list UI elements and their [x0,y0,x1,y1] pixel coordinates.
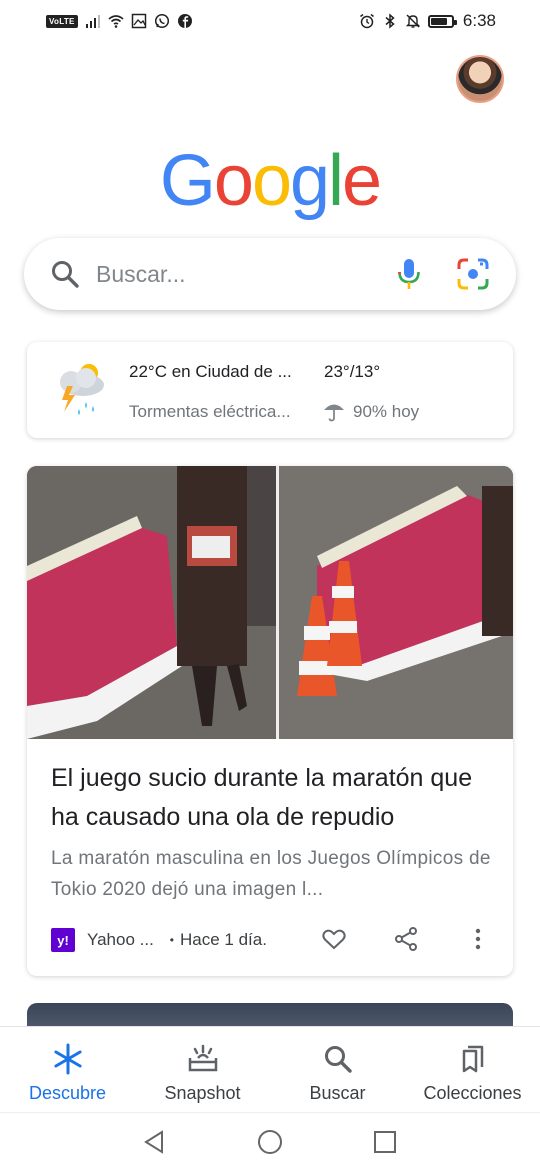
mute-icon [405,14,421,28]
discover-icon [53,1043,82,1075]
google-logo: Google [0,140,540,222]
umbrella-icon [324,404,344,422]
bottom-navigation: Descubre Snapshot Buscar Colecciones [0,1026,540,1112]
volte-badge: VoLTE [46,14,78,28]
wifi-icon [108,15,124,28]
nav-label-descubre: Descubre [28,1083,107,1103]
article-source-row: y! Yahoo ... • Hace 1 día. [51,926,501,954]
signal-icon [85,15,100,28]
bluetooth-icon [385,13,395,29]
status-right: 6:38 [359,11,496,31]
nav-buscar[interactable]: Buscar [270,1027,405,1112]
more-options-icon[interactable] [465,926,491,952]
logo-letter-e: e [342,141,382,221]
separator-dot: • [169,933,174,947]
facebook-icon [177,14,192,28]
mic-icon[interactable] [396,257,422,291]
gallery-icon [131,13,146,29]
home-icon[interactable] [257,1129,283,1155]
article-card[interactable]: El juego sucio durante la maratón que ha… [27,466,513,976]
search-icon [324,1046,352,1073]
logo-letter-o1: o [213,141,254,221]
nav-descubre[interactable]: Descubre [0,1027,135,1112]
battery-fill [430,17,447,25]
heart-icon[interactable] [321,926,347,952]
weather-high-low: 23°/13° [324,362,381,381]
search-input[interactable] [96,260,396,288]
nav-colecciones[interactable]: Colecciones [405,1027,540,1112]
logo-letter-l: l [328,141,344,221]
back-icon[interactable] [142,1129,168,1155]
battery-icon [427,14,457,28]
logo-letter-g1: G [159,141,216,221]
system-navigation-bar [0,1112,540,1170]
article-snippet: La maratón masculina en los Juegos Olímp… [51,848,491,900]
nav-label-snapshot: Snapshot [164,1083,241,1103]
logo-letter-g2: g [290,141,330,221]
whatsapp-icon [154,13,169,29]
collections-icon [462,1045,483,1073]
status-time: 6:38 [462,11,496,30]
article-time: Hace 1 día. [180,930,267,949]
share-icon[interactable] [393,926,419,952]
weather-rain-chance: 90% hoy [353,402,420,421]
weather-location: 22°C en Ciudad de ... [129,362,292,381]
article-image[interactable] [27,466,513,739]
search-icon [52,261,79,288]
article-title[interactable]: El juego sucio durante la maratón que ha… [51,759,501,837]
logo-letter-o2: o [251,141,292,221]
weather-condition: Tormentas eléctrica... [129,402,291,421]
weather-card[interactable]: 22°C en Ciudad de ... 23°/13° Tormentas … [27,342,513,438]
thunderstorm-icon [60,364,104,415]
nav-snapshot[interactable]: Snapshot [135,1027,270,1112]
source-name: Yahoo ... [87,930,154,949]
nav-label-colecciones: Colecciones [423,1083,522,1103]
status-left: VoLTE [46,13,193,29]
lens-icon[interactable] [456,257,490,291]
nav-label-buscar: Buscar [309,1083,366,1103]
account-avatar[interactable] [456,55,504,103]
alarm-icon [359,13,374,29]
snapshot-icon [188,1044,217,1072]
search-box[interactable] [24,238,516,310]
status-bar: VoLTE 6:38 [0,0,540,42]
recents-icon[interactable] [372,1129,398,1155]
source-logo: y! [51,928,75,952]
